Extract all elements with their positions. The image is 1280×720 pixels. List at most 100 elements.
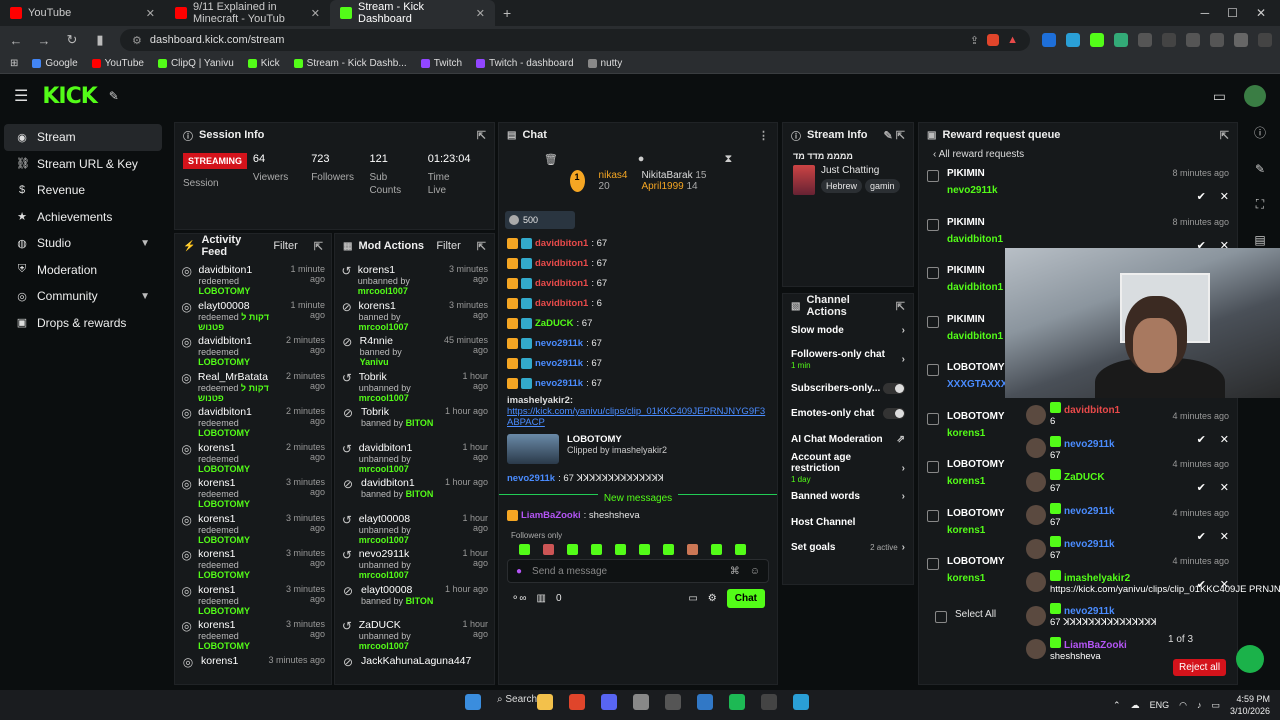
followers-only-row[interactable]: Followers-only chat 1 min › — [783, 344, 913, 376]
mod-by-username[interactable]: BITON — [406, 489, 434, 499]
support-chat-button[interactable] — [1236, 645, 1264, 673]
layout-icon[interactable]: ▭ — [1213, 88, 1226, 105]
mod-action-row[interactable]: ↺ korens1 unbanned by mrcool1007 3 minutes … — [341, 260, 488, 296]
emote-icon[interactable] — [615, 544, 626, 555]
mod-action-row[interactable]: ↺ ZaDUCK unbanned by mrcool1007 1 hour ago — [341, 615, 488, 651]
sidebar-item-drops[interactable]: ▣ Drops & rewards — [4, 310, 162, 337]
toggle-switch[interactable] — [883, 408, 905, 420]
bookmark-item[interactable]: Twitch - dashboard — [476, 58, 574, 69]
mic-icon[interactable]: ● — [516, 566, 522, 577]
mod-action-row[interactable]: ⊘ R4nnie banned by Yanivu 45 minutes ago — [341, 331, 488, 367]
reward-checkbox[interactable] — [927, 412, 939, 425]
extension-icon[interactable] — [1138, 33, 1152, 47]
popout-icon[interactable]: ⇱ — [477, 129, 486, 142]
reward-checkbox[interactable] — [927, 170, 939, 182]
emote-icon[interactable] — [663, 544, 674, 555]
bookmark-item[interactable]: Kick — [247, 58, 280, 69]
mod-by-username[interactable]: mrcool1007 — [359, 393, 409, 403]
extension-icon[interactable] — [1066, 33, 1080, 47]
bookmark-item[interactable]: ClipQ | Yanivu — [157, 58, 234, 69]
activity-row[interactable]: ◎ Real_MrBatata redeemed דקות ל פטנוש 2 min… — [181, 367, 325, 403]
info-icon[interactable]: ⓘ — [1254, 124, 1266, 141]
mod-by-username[interactable]: mrcool1007 — [359, 535, 409, 545]
sidebar-item-studio[interactable]: ◍ Studio ▼ — [4, 230, 162, 257]
account-age-row[interactable]: Account age restriction 1 day › — [783, 452, 913, 484]
avatar[interactable] — [1244, 85, 1266, 107]
slow-mode-row[interactable]: Slow mode › — [783, 318, 913, 344]
discord-icon[interactable] — [601, 694, 618, 710]
activity-row[interactable]: ◎ elayt00008 redeemed דקות ל פטנוש 1 minute… — [181, 296, 325, 332]
reward-request-row[interactable]: PIKIMIN nevo2911k 8 minutes ago ✔ ✕ — [919, 166, 1237, 215]
mod-by-username[interactable]: mrcool1007 — [359, 641, 409, 651]
share-icon[interactable]: ⇪ — [970, 34, 979, 47]
subscribers-only-row[interactable]: Subscribers-only... — [783, 376, 913, 402]
reward-username[interactable]: XXXGTAXXX — [947, 379, 1007, 390]
chat-link[interactable]: https://kick.com/yanivu/clips/clip_01KKC… — [507, 406, 765, 428]
host-channel-row[interactable]: Host Channel — [783, 510, 913, 536]
close-tab-icon[interactable]: ✕ — [476, 7, 485, 20]
sidebar-item-moderation[interactable]: ⛨ Moderation — [4, 257, 162, 284]
reward-username[interactable]: davidbiton1 — [947, 234, 1003, 245]
bookmark-item[interactable]: YouTube — [91, 58, 144, 69]
mod-action-row[interactable]: ↺ Tobrik unbanned by mrcool1007 1 hour ago — [341, 367, 488, 403]
mod-target-username[interactable]: davidbiton1 — [359, 442, 446, 454]
message-icon[interactable]: ● — [638, 153, 645, 166]
chat-username[interactable]: davidbiton1 — [535, 258, 588, 269]
reward-checkbox[interactable] — [927, 558, 939, 570]
mod-by-username[interactable]: mrcool1007 — [359, 570, 409, 580]
reload-icon[interactable]: ↻ — [64, 32, 80, 48]
timer-icon[interactable]: ⧗ — [724, 153, 732, 166]
reward-checkbox[interactable] — [927, 218, 939, 231]
wifi-icon[interactable]: ◠ — [1179, 700, 1187, 711]
mod-action-row[interactable]: ⊘ Tobrik banned by BITON 1 hour ago — [341, 402, 488, 438]
select-all-checkbox[interactable] — [935, 610, 947, 623]
vscode-icon[interactable] — [697, 694, 714, 710]
emoji-icon[interactable]: ☺ — [750, 566, 760, 577]
edit-icon[interactable]: ✎ ⇱ — [884, 129, 906, 142]
activity-row[interactable]: ◎ korens1 redeemed LOBOTOMY 2 minutes ago — [181, 438, 325, 474]
site-info-icon[interactable]: ⚙ — [132, 34, 142, 47]
apps-grid-icon[interactable]: ⊞ — [10, 58, 18, 69]
chat-bubble-icon[interactable]: ▭ — [688, 593, 697, 604]
mod-by-username[interactable]: mrcool1007 — [359, 464, 409, 474]
activity-row[interactable]: ◎ korens1 redeemed LOBOTOMY 3 minutes ago — [181, 615, 325, 651]
banned-words-row[interactable]: Banned words › — [783, 484, 913, 510]
pin-icon[interactable]: ✎ — [109, 89, 119, 103]
filter-button[interactable]: Filter — [273, 240, 297, 252]
activity-row[interactable]: ◎ korens1 redeemed LOBOTOMY 3 minutes ago — [181, 580, 325, 616]
mod-by-username[interactable]: mrcool1007 — [358, 286, 408, 296]
reject-icon[interactable]: ✕ — [1220, 190, 1229, 203]
cloud-icon[interactable]: ☁ — [1131, 700, 1140, 711]
emote-icon[interactable] — [543, 544, 554, 555]
extension-icon[interactable] — [1186, 33, 1200, 47]
chat-username[interactable]: nevo2911k — [535, 338, 583, 349]
close-tab-icon[interactable]: ✕ — [146, 7, 155, 20]
ai-moderation-row[interactable]: AI Chat Moderation ⇗ — [783, 427, 913, 453]
extension-icon[interactable] — [1090, 33, 1104, 47]
language-indicator[interactable]: ENG — [1150, 700, 1170, 710]
pagination[interactable]: 1 of 3 — [1168, 634, 1193, 645]
url-field[interactable]: ⚙ dashboard.kick.com/stream ⇪ ▲ — [120, 29, 1030, 51]
hamburger-menu-icon[interactable]: ☰ — [14, 86, 28, 106]
mod-action-row[interactable]: ↺ elayt00008 unbanned by mrcool1007 1 hour … — [341, 509, 488, 545]
mod-action-row[interactable]: ↺ davidbiton1 unbanned by mrcool1007 1 hour… — [341, 438, 488, 474]
chat-username[interactable]: imashelyakir2: — [507, 395, 573, 406]
chat-username[interactable]: ZaDUCK — [535, 318, 574, 329]
mod-target-username[interactable]: elayt00008 — [359, 513, 446, 525]
popout-icon[interactable]: ⇱ — [314, 240, 323, 253]
mod-target-username[interactable]: nevo2911k — [359, 548, 446, 560]
file-explorer-icon[interactable] — [537, 694, 554, 710]
brave-icon[interactable] — [569, 694, 586, 710]
mod-target-username[interactable]: elayt00008 — [361, 584, 433, 596]
mod-action-row[interactable]: ⊘ korens1 banned by mrcool1007 3 minutes ag… — [341, 296, 488, 332]
mod-action-row[interactable]: ↺ nevo2911k unbanned by mrcool1007 1 hour a… — [341, 544, 488, 580]
bookmark-icon[interactable]: ▮ — [92, 32, 108, 48]
emotes-only-row[interactable]: Emotes-only chat — [783, 401, 913, 427]
browser-tab[interactable]: 9/11 Explained in Minecraft - YouTub ✕ — [165, 0, 330, 26]
store-icon[interactable]: ▥ — [537, 593, 546, 604]
chat-username[interactable]: davidbiton1 — [535, 238, 588, 249]
chat-username[interactable]: nevo2911k — [507, 473, 555, 484]
mod-by-username[interactable]: BITON — [406, 418, 434, 428]
fullscreen-icon[interactable]: ⛶ — [1256, 197, 1264, 212]
activity-username[interactable]: davidbiton1 — [198, 335, 274, 347]
